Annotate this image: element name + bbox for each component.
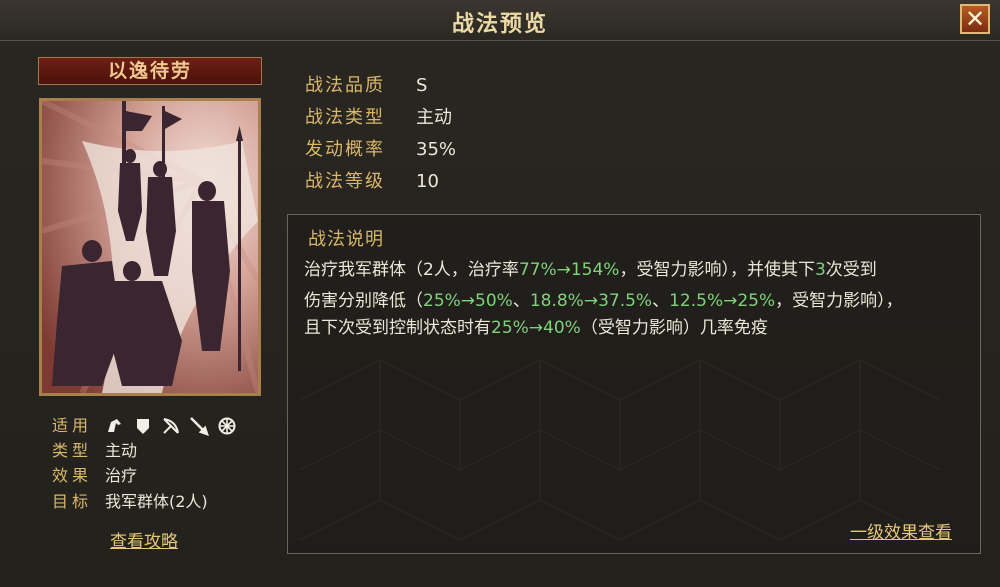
description-title: 战法说明 <box>308 229 384 250</box>
target-value: 我军群体(2人) <box>105 492 208 511</box>
description-text: 、 <box>652 291 670 311</box>
type-label: 类型 <box>52 441 93 460</box>
target-label: 目标 <box>52 492 93 511</box>
archer-icon <box>163 418 179 434</box>
highlight-value: 3 <box>814 260 826 280</box>
highlight-value: 25%→50% <box>423 291 513 311</box>
level-value: 10 <box>416 171 439 192</box>
highlight-value: 12.5%→25% <box>669 291 776 311</box>
kind-label: 战法类型 <box>305 107 385 128</box>
description-text: （受智力影响）几率免疫 <box>580 318 768 338</box>
effect-value: 治疗 <box>105 466 138 485</box>
quality-value: S <box>416 75 428 96</box>
siege-icon <box>218 417 236 435</box>
description-line-1: 治疗我军群体（2人，治疗率77%→154%，受智力影响），并使其下3次受到 <box>304 255 877 280</box>
effect-label: 效果 <box>52 466 93 485</box>
highlight-value: 18.8%→37.5% <box>529 291 653 311</box>
quality-label: 战法品质 <box>305 75 385 96</box>
troops-illustration <box>42 101 258 393</box>
highlight-value: 25%→40% <box>491 318 581 338</box>
level-label: 战法等级 <box>305 171 385 192</box>
skill-card-illustration <box>39 98 261 396</box>
skill-preview-window: 战法预览 ✕ 以逸待劳 适用 类型 主动 效果 治疗 目标 我军群体(2人) 查… <box>0 0 1000 587</box>
description-text: 且下次受到控制状态时有 <box>304 318 491 338</box>
shield-icon <box>137 419 149 434</box>
cavalry-icon <box>108 419 121 432</box>
description-line-2: 伤害分别降低（25%→50%、18.8%→37.5%、12.5%→25%，受智力… <box>304 286 903 311</box>
highlight-value: 77%→154% <box>518 260 620 280</box>
description-line-3: 且下次受到控制状态时有25%→40%（受智力影响）几率免疫 <box>304 313 768 338</box>
description-text: ，受智力影响），并使其下 <box>619 260 815 280</box>
level-one-effect-link[interactable]: 一级效果查看 <box>850 518 952 543</box>
description-text: ，受智力影响）， <box>775 291 903 311</box>
kind-value: 主动 <box>416 107 452 128</box>
title-bar: 战法预览 ✕ <box>0 0 1000 41</box>
suitable-label: 适用 <box>52 416 93 435</box>
rate-label: 发动概率 <box>305 139 385 160</box>
description-box: 战法说明 治疗我军群体（2人，治疗率77%→154%，受智力影响），并使其下3次… <box>287 214 981 554</box>
spear-icon <box>190 417 209 436</box>
type-value: 主动 <box>105 441 138 460</box>
view-guide-link[interactable]: 查看攻略 <box>110 527 178 552</box>
rate-value: 35% <box>416 139 457 160</box>
skill-name: 以逸待劳 <box>107 60 192 82</box>
description-text: 次受到 <box>825 260 877 280</box>
description-text: 治疗我军群体（2人，治疗率 <box>304 260 519 280</box>
description-text: 、 <box>512 291 530 311</box>
close-button[interactable]: ✕ <box>960 4 990 34</box>
skill-name-banner: 以逸待劳 <box>38 57 262 85</box>
window-title: 战法预览 <box>451 11 548 37</box>
description-text: 伤害分别降低（ <box>304 291 423 311</box>
